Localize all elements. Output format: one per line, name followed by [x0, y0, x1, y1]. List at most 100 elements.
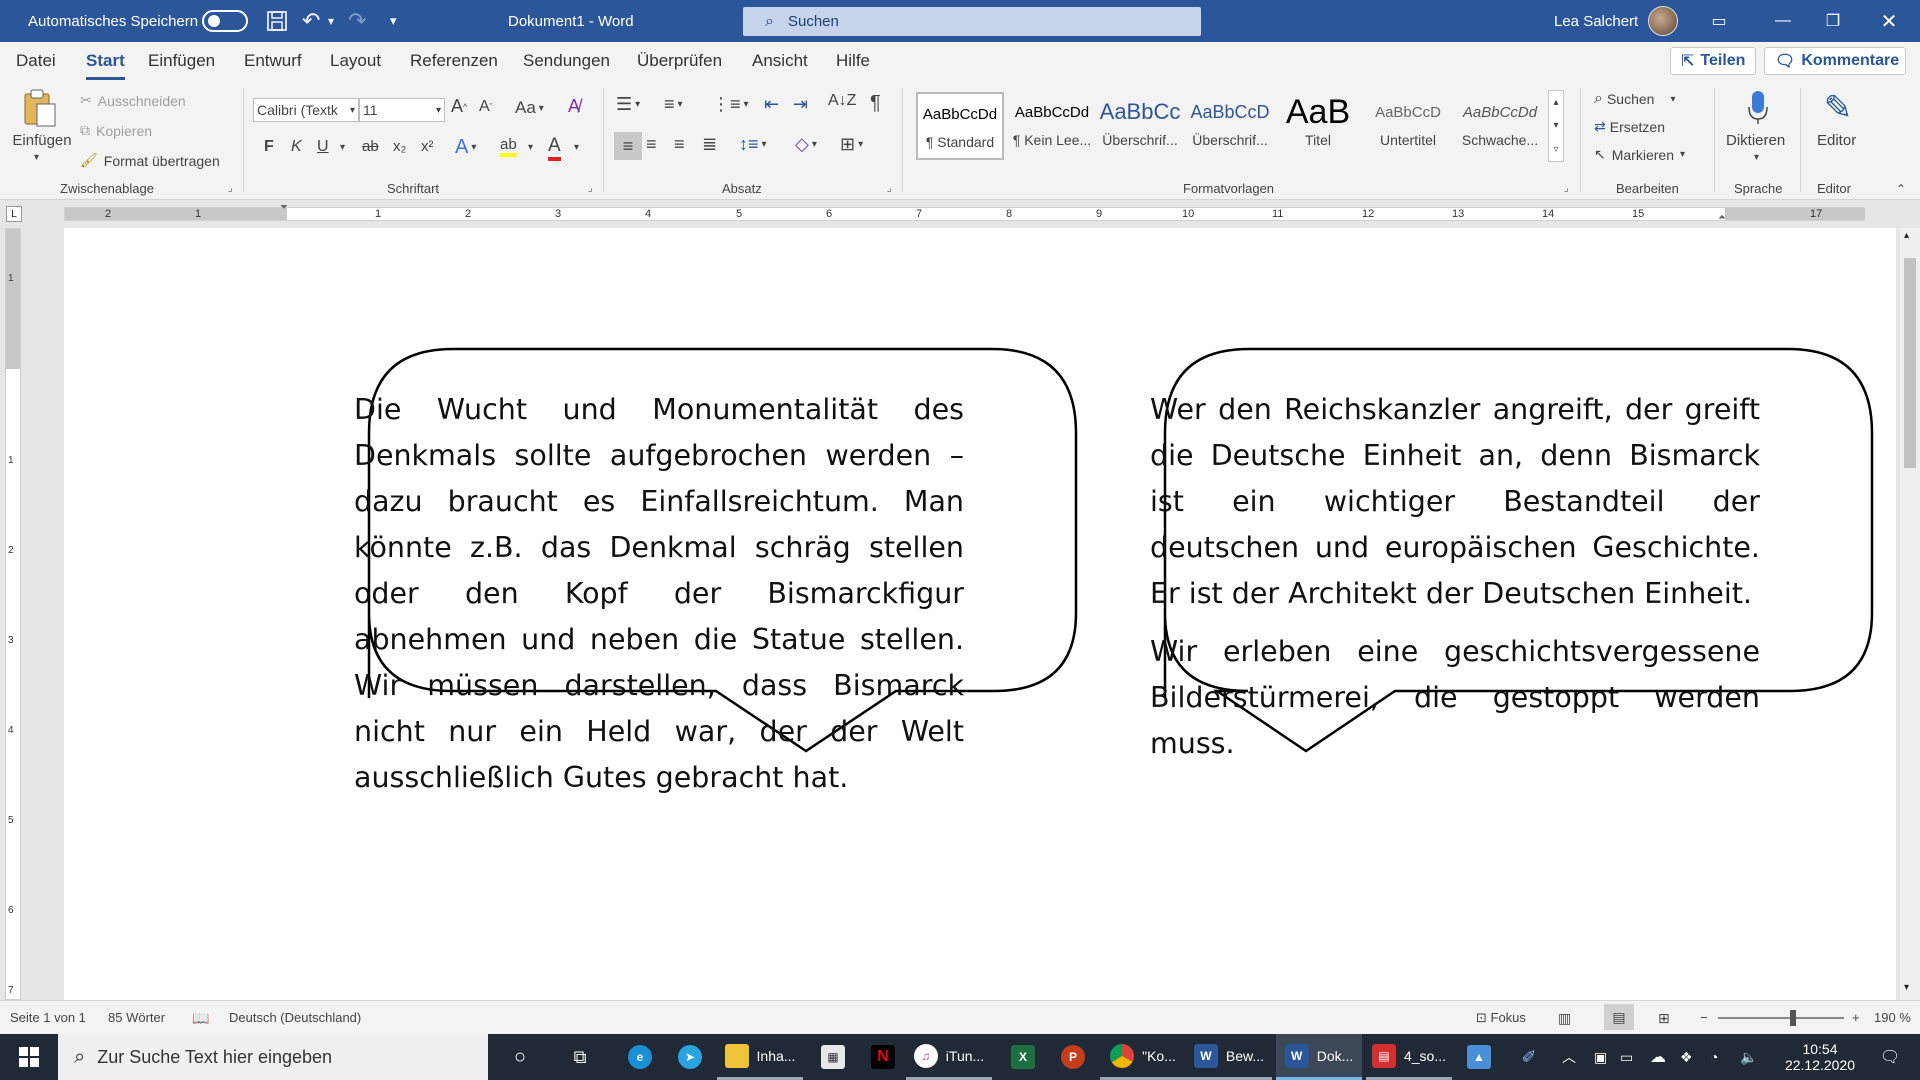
- clear-formatting-icon[interactable]: A̸: [568, 96, 580, 117]
- zoom-slider-handle[interactable]: [1790, 1010, 1796, 1026]
- italic-button[interactable]: K: [291, 138, 302, 156]
- tab-datei[interactable]: Datei: [16, 51, 56, 71]
- zoom-out-button[interactable]: −: [1700, 1010, 1708, 1025]
- taskbar-app-pdf[interactable]: ▤ 4_so...: [1366, 1034, 1452, 1080]
- autosave-toggle[interactable]: [202, 0, 248, 42]
- ribbon-display-icon[interactable]: ▭: [1696, 0, 1742, 42]
- subscript-button[interactable]: x₂: [393, 138, 406, 155]
- superscript-button[interactable]: x²: [421, 138, 434, 155]
- bubble-right-text[interactable]: Wer den Reichskanzler angreift, der grei…: [1150, 387, 1760, 767]
- decrease-indent-icon[interactable]: ⇤: [764, 94, 779, 115]
- search-box[interactable]: ⌕ Suchen: [743, 7, 1201, 36]
- volume-icon[interactable]: 🔈: [1740, 1034, 1757, 1080]
- paragraph[interactable]: Wer den Reichskanzler angreift, der grei…: [1150, 387, 1760, 617]
- proofing-icon[interactable]: 📖: [192, 1010, 209, 1027]
- font-color-icon[interactable]: A: [548, 135, 561, 161]
- tray-chevron-up-icon[interactable]: ︿: [1562, 1034, 1576, 1080]
- start-button[interactable]: [0, 1034, 58, 1080]
- clock[interactable]: 10:54 22.12.2020: [1770, 1034, 1870, 1080]
- increase-indent-icon[interactable]: ⇥: [793, 94, 808, 115]
- word-count[interactable]: 85 Wörter: [108, 1010, 165, 1025]
- style-heading-2[interactable]: AaBbCcD Überschrif...: [1188, 92, 1272, 160]
- notifications-icon[interactable]: 🗨: [1870, 1034, 1910, 1080]
- document-page[interactable]: Die Wucht und Monumentalität des Denkmal…: [64, 228, 1896, 1000]
- paragraph[interactable]: Die Wucht und Monumentalität des Denkmal…: [354, 387, 964, 801]
- shading-icon[interactable]: ◇ ▾: [795, 134, 817, 155]
- taskbar-app-word-bew[interactable]: W Bew...: [1186, 1034, 1272, 1080]
- read-mode-icon[interactable]: ▥: [1558, 1010, 1571, 1027]
- indent-marker-icon[interactable]: ⏷: [280, 202, 288, 213]
- borders-icon[interactable]: ⊞ ▾: [840, 134, 863, 155]
- font-launcher-icon[interactable]: ⌟: [588, 183, 593, 194]
- font-size-select[interactable]: 11 ▾: [359, 98, 445, 122]
- cortana-icon[interactable]: ○: [504, 1034, 536, 1080]
- scrollbar-thumb[interactable]: [1904, 258, 1916, 468]
- underline-dropdown-icon[interactable]: ▾: [340, 142, 345, 153]
- shrink-font-icon[interactable]: Aˇ: [479, 98, 493, 116]
- paste-button[interactable]: Einfügen: [12, 132, 72, 149]
- print-layout-icon[interactable]: ▤: [1604, 1004, 1634, 1030]
- style-standard[interactable]: AaBbCcDd ¶ Standard: [916, 92, 1004, 160]
- focus-button[interactable]: ⊡ Fokus: [1476, 1010, 1526, 1026]
- meet-now-icon[interactable]: ▣: [1594, 1034, 1607, 1080]
- align-center-icon[interactable]: ≡: [646, 134, 657, 155]
- bullets-icon[interactable]: ☰ ▾: [616, 94, 640, 115]
- highlight-dropdown-icon[interactable]: ▾: [528, 142, 533, 153]
- close-icon[interactable]: ✕: [1866, 0, 1912, 42]
- line-spacing-icon[interactable]: ↕≡ ▾: [739, 134, 767, 155]
- format-painter-button[interactable]: 🖌 Format übertragen: [80, 152, 220, 169]
- cut-button[interactable]: ✂ Ausschneiden: [80, 92, 186, 109]
- scroll-down-icon[interactable]: ▾: [1904, 982, 1909, 993]
- align-right-icon[interactable]: ≡: [674, 134, 685, 155]
- style-no-spacing[interactable]: AaBbCcDd ¶ Kein Lee...: [1008, 92, 1096, 160]
- customize-toolbar-icon[interactable]: ▾: [390, 0, 397, 42]
- clipboard-launcher-icon[interactable]: ⌟: [228, 183, 233, 194]
- font-color-dropdown-icon[interactable]: ▾: [574, 142, 579, 153]
- horizontal-ruler[interactable]: L 2 1 1 2 3 4 5 6 7 8 9 10 11 12 13 14 1…: [0, 200, 1920, 228]
- undo-dropdown-icon[interactable]: ▾: [328, 0, 334, 42]
- right-indent-marker-icon[interactable]: ⏶: [1718, 212, 1726, 223]
- more-styles-icon[interactable]: ▿: [1553, 144, 1558, 155]
- zoom-slider[interactable]: [1718, 1017, 1844, 1019]
- style-title[interactable]: AaB Titel: [1278, 92, 1358, 160]
- align-left-button[interactable]: ≡: [614, 132, 642, 160]
- select-button[interactable]: ↖ Markieren ▾: [1594, 146, 1685, 163]
- comments-button[interactable]: 🗨 Kommentare: [1764, 47, 1906, 75]
- chevron-down-icon[interactable]: ▾: [1553, 120, 1558, 131]
- style-subtitle[interactable]: AaBbCcD Untertitel: [1364, 92, 1452, 160]
- justify-icon[interactable]: ≣: [702, 134, 717, 155]
- tab-selector-icon[interactable]: L: [6, 206, 22, 222]
- paste-icon[interactable]: [12, 88, 68, 128]
- vertical-scrollbar[interactable]: ▴ ▾: [1900, 228, 1920, 1000]
- page-count[interactable]: Seite 1 von 1: [10, 1010, 86, 1025]
- taskbar-search[interactable]: ⌕ Zur Suche Text hier eingeben: [58, 1034, 488, 1080]
- microphone-icon[interactable]: [1744, 88, 1772, 126]
- style-heading-1[interactable]: AaBbCc Überschrif...: [1098, 92, 1182, 160]
- tab-entwurf[interactable]: Entwurf: [244, 51, 302, 71]
- language[interactable]: Deutsch (Deutschland): [229, 1010, 361, 1025]
- taskbar-app-pen[interactable]: ✐: [1496, 1034, 1562, 1080]
- numbering-icon[interactable]: ≡ ▾: [664, 94, 683, 115]
- replace-button[interactable]: ⇄ Ersetzen: [1594, 118, 1665, 135]
- taskbar-app-itunes[interactable]: ♫ iTun...: [906, 1034, 992, 1080]
- tab-layout[interactable]: Layout: [330, 51, 381, 71]
- tab-hilfe[interactable]: Hilfe: [836, 51, 870, 71]
- battery-icon[interactable]: ▭: [1620, 1034, 1633, 1080]
- taskbar-app-telegram[interactable]: ➤: [657, 1034, 723, 1080]
- underline-button[interactable]: U: [317, 138, 329, 156]
- highlight-icon[interactable]: ab: [500, 136, 517, 157]
- taskbar-app-word-dok[interactable]: W Dok...: [1276, 1034, 1362, 1080]
- chevron-up-icon[interactable]: ▴: [1553, 97, 1558, 108]
- avatar[interactable]: [1648, 0, 1678, 42]
- onedrive-icon[interactable]: ☁: [1650, 1034, 1666, 1080]
- sort-icon[interactable]: A↓Z: [828, 92, 856, 110]
- tab-referenzen[interactable]: Referenzen: [410, 51, 498, 71]
- editor-button[interactable]: Editor: [1817, 132, 1856, 149]
- bubble-left-text[interactable]: Die Wucht und Monumentalität des Denkmal…: [354, 387, 964, 801]
- show-formatting-icon[interactable]: ¶: [870, 92, 881, 115]
- maximize-icon[interactable]: ❐: [1810, 0, 1856, 42]
- copy-button[interactable]: ⧉ Kopieren: [80, 122, 152, 139]
- redo-icon[interactable]: ↷: [348, 0, 366, 42]
- scroll-up-icon[interactable]: ▴: [1904, 230, 1909, 241]
- save-icon[interactable]: [266, 0, 288, 42]
